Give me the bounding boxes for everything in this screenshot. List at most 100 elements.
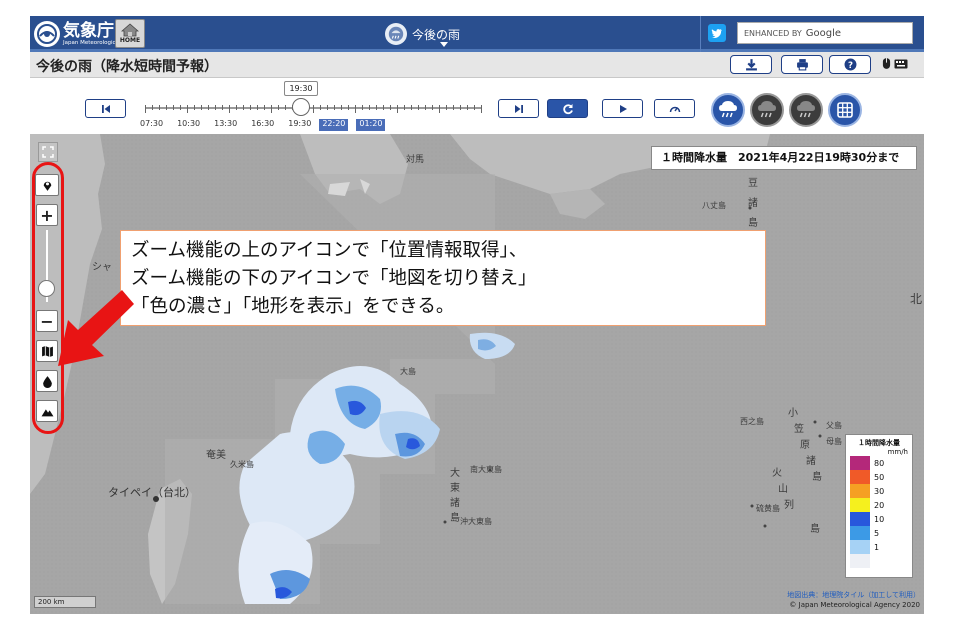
mountain-icon bbox=[41, 408, 53, 416]
search-input[interactable]: ENHANCED BY Google bbox=[737, 22, 913, 44]
place-label: 島 bbox=[450, 513, 460, 524]
legend-unit: mm/h bbox=[887, 448, 908, 456]
slider-tick bbox=[159, 105, 160, 110]
forecast-time-label[interactable]: 01:20 bbox=[356, 119, 386, 131]
slider-tick bbox=[425, 105, 426, 110]
legend-rows: 80 50 30 20 10 5 1 bbox=[850, 456, 908, 568]
current-location-button[interactable] bbox=[35, 174, 59, 196]
slider-tick bbox=[145, 105, 146, 113]
page-title-bar: 今後の雨（降水短時間予報） ? bbox=[30, 52, 924, 78]
slider-tick bbox=[166, 105, 167, 110]
map-source-link[interactable]: 地図出典：地理院タイル（加工して利用） bbox=[787, 590, 920, 600]
slider-tick bbox=[453, 105, 454, 110]
grid-view-button[interactable] bbox=[828, 93, 862, 127]
place-label: 北 bbox=[910, 292, 923, 306]
play-button[interactable] bbox=[602, 99, 643, 118]
fullscreen-button[interactable] bbox=[38, 142, 58, 162]
place-label: 豆 bbox=[748, 178, 758, 189]
legend-row: 5 bbox=[850, 526, 908, 540]
print-button[interactable] bbox=[781, 55, 823, 74]
place-label: 東 bbox=[450, 483, 460, 494]
slider-tick bbox=[313, 105, 314, 113]
home-button[interactable]: HOME bbox=[115, 19, 145, 48]
content-menu-button[interactable]: 今後の雨 bbox=[385, 19, 460, 49]
slider-tick bbox=[341, 105, 342, 110]
chevron-down-icon bbox=[440, 42, 448, 47]
slider-tick bbox=[460, 105, 461, 110]
legend-row: 30 bbox=[850, 484, 908, 498]
print-icon bbox=[796, 59, 808, 71]
help-button[interactable]: ? bbox=[829, 55, 871, 74]
slider-tick bbox=[208, 105, 209, 110]
slider-tick bbox=[320, 105, 321, 110]
forecast-time-label[interactable]: 22:20 bbox=[319, 119, 349, 131]
slider-tick bbox=[404, 105, 405, 110]
zoom-slider-handle[interactable] bbox=[38, 280, 55, 297]
speed-button[interactable] bbox=[654, 99, 695, 118]
download-button[interactable] bbox=[730, 55, 772, 74]
legend-swatch bbox=[850, 470, 870, 484]
slider-tick bbox=[243, 105, 244, 110]
map-credit: 地図出典：地理院タイル（加工して利用） © Japan Meteorologic… bbox=[787, 590, 920, 610]
place-label: 列 bbox=[784, 500, 794, 511]
twenty-four-hour-rain-button[interactable] bbox=[789, 93, 823, 127]
place-label: 原 bbox=[800, 440, 810, 451]
time-slider-handle[interactable] bbox=[292, 98, 310, 116]
input-mode-toggle[interactable] bbox=[882, 57, 908, 70]
current-time-bubble: 19:30 bbox=[284, 81, 318, 96]
refresh-icon bbox=[562, 103, 573, 114]
slider-tick bbox=[348, 105, 349, 110]
slider-tick bbox=[481, 105, 482, 113]
place-label: 島 bbox=[810, 524, 820, 535]
time-slider[interactable] bbox=[145, 98, 482, 116]
slider-tick bbox=[418, 105, 419, 110]
slider-tick bbox=[229, 105, 230, 113]
place-label: 西之島 bbox=[740, 417, 764, 426]
legend-value: 30 bbox=[874, 486, 885, 496]
legend-swatch bbox=[850, 484, 870, 498]
place-label: 島 bbox=[748, 218, 758, 229]
place-label: 小 bbox=[788, 408, 798, 419]
slider-tick bbox=[173, 105, 174, 110]
latest-button[interactable] bbox=[547, 99, 588, 118]
three-hour-rain-button[interactable] bbox=[750, 93, 784, 127]
slider-tick bbox=[194, 105, 195, 110]
rain-globe-icon bbox=[385, 23, 407, 45]
slider-tick bbox=[334, 105, 335, 110]
slider-tick bbox=[383, 105, 384, 110]
rain-map[interactable]: 八丈島 西之島 父島 母島 硫黄島 南大東島 沖大東島 タイペイ（台北） 久米島… bbox=[30, 134, 924, 614]
legend-row bbox=[850, 554, 908, 568]
jma-emblem-icon bbox=[34, 21, 60, 47]
slider-tick bbox=[446, 105, 447, 110]
slider-tick bbox=[201, 105, 202, 110]
search-placeholder: ENHANCED BY bbox=[744, 28, 802, 38]
slider-tick bbox=[411, 105, 412, 110]
zoom-out-button[interactable]: − bbox=[36, 310, 58, 332]
slider-tick bbox=[327, 105, 328, 110]
rain-mode-button[interactable] bbox=[711, 93, 745, 127]
place-label: 大島 bbox=[400, 367, 416, 376]
color-density-button[interactable] bbox=[36, 370, 58, 392]
skip-to-end-button[interactable] bbox=[498, 99, 539, 118]
place-label: 南大東島 bbox=[470, 465, 502, 474]
time-label: 13:30 bbox=[214, 119, 238, 128]
place-label: 八丈島 bbox=[702, 201, 726, 210]
annotation-callout: ズーム機能の上のアイコンで「位置情報取得」、 ズーム機能の下のアイコンで「地図を… bbox=[120, 230, 766, 326]
twitter-icon[interactable] bbox=[708, 24, 726, 42]
zoom-in-button[interactable]: + bbox=[36, 204, 58, 226]
play-icon bbox=[619, 104, 627, 113]
terrain-toggle-button[interactable] bbox=[36, 400, 58, 422]
slider-tick bbox=[278, 105, 279, 110]
time-label: 19:30 bbox=[288, 119, 312, 128]
speedometer-icon bbox=[669, 106, 680, 112]
house-icon bbox=[121, 23, 139, 37]
place-label: 奄美 bbox=[206, 450, 226, 461]
home-label: HOME bbox=[119, 37, 141, 44]
map-switch-button[interactable] bbox=[36, 340, 58, 362]
callout-line: ズーム機能の上のアイコンで「位置情報取得」、 bbox=[131, 240, 528, 261]
slider-tick bbox=[432, 105, 433, 110]
legend-row: 10 bbox=[850, 512, 908, 526]
mouse-icon bbox=[882, 58, 891, 69]
header-tools: ENHANCED BY Google bbox=[700, 16, 924, 52]
skip-to-start-button[interactable] bbox=[85, 99, 126, 118]
